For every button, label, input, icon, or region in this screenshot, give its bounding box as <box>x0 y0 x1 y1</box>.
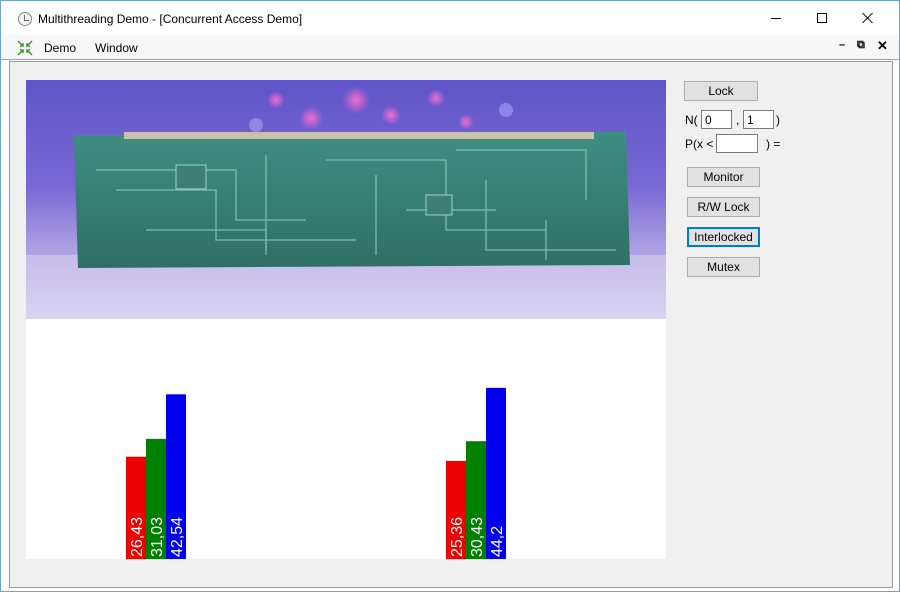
p-value-input[interactable] <box>716 134 758 153</box>
n-suffix-label: ) <box>776 113 780 127</box>
minimize-button[interactable] <box>753 1 799 35</box>
monitor-button[interactable]: Monitor <box>687 167 760 187</box>
mdi-minimize-icon[interactable]: – <box>839 39 845 51</box>
lock-button[interactable]: Lock <box>684 81 758 101</box>
n-sigma-input[interactable] <box>743 110 774 129</box>
bar-label-g1-s0: 25,36 <box>449 517 466 557</box>
n-comma-label: , <box>736 113 740 127</box>
p-suffix-label: ) = <box>766 137 781 151</box>
close-button[interactable] <box>845 1 891 35</box>
minimize-icon <box>771 17 781 19</box>
bar-label-g1-s1: 30,43 <box>469 517 486 557</box>
mdi-child-icon[interactable] <box>17 40 33 56</box>
rwlock-button[interactable]: R/W Lock <box>687 197 760 217</box>
bar-chart: 26,43 31,03 42,54 25,36 30,43 44,2 <box>26 319 666 559</box>
title-bar[interactable]: Multithreading Demo - [Concurrent Access… <box>1 1 899 35</box>
menu-window[interactable]: Window <box>95 41 138 55</box>
maximize-button[interactable] <box>799 1 845 35</box>
window-title: Multithreading Demo - [Concurrent Access… <box>38 12 303 26</box>
mutex-button[interactable]: Mutex <box>687 257 760 277</box>
bar-chart-svg: 26,43 31,03 42,54 25,36 30,43 44,2 <box>126 387 506 559</box>
mdi-restore-icon[interactable]: ⧉ <box>857 39 865 52</box>
menu-bar: Demo Window – ⧉ ✕ <box>1 35 899 60</box>
memory-module-picture <box>26 86 666 319</box>
mdi-close-icon[interactable]: ✕ <box>877 38 888 54</box>
bar-label-g1-s2: 44,2 <box>489 526 506 557</box>
bar-label-g0-s0: 26,43 <box>129 517 146 557</box>
main-window: Multithreading Demo - [Concurrent Access… <box>0 0 900 592</box>
bar-label-g0-s1: 31,03 <box>149 517 166 557</box>
child-window-client: 26,4331,0342,5425,3630,4344,2 Lock N( , … <box>9 61 893 588</box>
menu-demo[interactable]: Demo <box>44 41 76 55</box>
n-prefix-label: N( <box>685 113 698 127</box>
memory-module-image <box>26 80 666 319</box>
app-clock-icon[interactable] <box>18 12 32 26</box>
maximize-icon <box>817 13 827 23</box>
close-icon <box>862 12 874 24</box>
interlocked-button[interactable]: Interlocked <box>687 227 760 247</box>
n-mean-input[interactable] <box>701 110 732 129</box>
p-prefix-label: P(x < <box>685 137 714 151</box>
bar-label-g0-s2: 42,54 <box>169 517 186 557</box>
